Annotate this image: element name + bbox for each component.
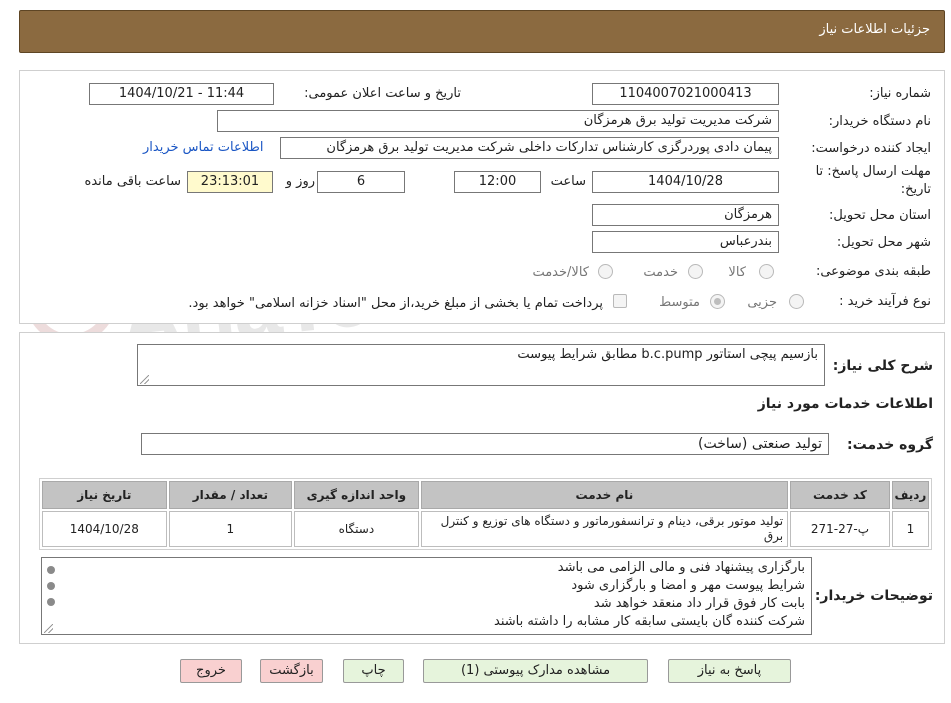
- services-table-header: ردیف کد خدمت نام خدمت واحد اندازه گیری ت…: [42, 481, 929, 509]
- days-field[interactable]: 6: [317, 171, 405, 193]
- deadline-label-date: تاریخ:: [900, 182, 931, 197]
- category-label: طبقه بندی موضوعی:: [815, 264, 931, 279]
- days-label: روز و: [285, 174, 315, 189]
- category-option-goods-service: کالا/خدمت: [532, 265, 589, 280]
- services-section-title: اطلاعات خدمات مورد نیاز: [757, 396, 933, 412]
- page-header: جزئیات اطلاعات نیاز: [19, 10, 945, 53]
- deadline-time-field[interactable]: 12:00: [454, 171, 541, 193]
- cell-code: پ-27-271: [790, 511, 890, 547]
- resize-handle-icon[interactable]: [44, 624, 53, 633]
- respond-button[interactable]: پاسخ به نیاز: [668, 659, 791, 683]
- city-field[interactable]: بندرعباس: [592, 231, 779, 253]
- col-header-name: نام خدمت: [420, 481, 789, 509]
- need-number-label: شماره نیاز:: [869, 86, 931, 101]
- col-header-code: کد خدمت: [790, 481, 890, 509]
- category-radio-service[interactable]: [688, 264, 703, 279]
- cell-name: تولید موتور برقی، دینام و ترانسفورماتور …: [420, 511, 789, 547]
- buyer-notes-label: توضیحات خریدار:: [814, 588, 933, 604]
- col-header-qty: تعداد / مقدار: [168, 481, 293, 509]
- treasury-payment-checkbox[interactable]: [613, 294, 627, 308]
- description-label: شرح کلی نیاز:: [832, 358, 933, 374]
- process-option-minor: جزیی: [747, 295, 777, 310]
- creator-label: ایجاد کننده درخواست:: [811, 141, 931, 156]
- print-button[interactable]: چاپ: [343, 659, 404, 683]
- deadline-date-field[interactable]: 1404/10/28: [592, 171, 779, 193]
- treasury-payment-note: پرداخت تمام یا بخشی از مبلغ خرید،از محل …: [188, 296, 603, 311]
- scroll-down-icon[interactable]: [47, 598, 55, 606]
- category-radio-goods-service[interactable]: [598, 264, 613, 279]
- service-group-label: گروه خدمت:: [847, 437, 933, 453]
- process-radio-minor[interactable]: [789, 294, 804, 309]
- announce-field[interactable]: 1404/10/21 - 11:44: [89, 83, 274, 105]
- buyer-note-line: شرایط پیوست مهر و امضا و بارگزاری شود: [571, 578, 805, 593]
- buyer-note-line: بابت کار فوق قرار داد منعقد خواهد شد: [593, 596, 805, 611]
- buyer-note-line: بارگزاری پیشنهاد فنی و مالی الزامی می با…: [557, 560, 805, 575]
- buyer-note-line: شرکت کننده گان بایستی سابقه کار مشابه را…: [494, 614, 805, 629]
- exit-button[interactable]: خروج: [180, 659, 242, 683]
- remaining-time-field: 23:13:01: [187, 171, 273, 193]
- category-radio-goods[interactable]: [759, 264, 774, 279]
- deadline-label: مهلت ارسال پاسخ: تا: [815, 164, 931, 179]
- scroll-up-icon[interactable]: [47, 566, 55, 574]
- need-number-field[interactable]: 1104007021000413: [592, 83, 779, 105]
- city-label: شهر محل تحویل:: [836, 235, 931, 250]
- buyer-org-field[interactable]: شرکت مدیریت تولید برق هرمزگان: [217, 110, 779, 132]
- table-row: 1 پ-27-271 تولید موتور برقی، دینام و ترا…: [42, 511, 929, 547]
- cell-qty: 1: [168, 511, 293, 547]
- category-option-goods: کالا: [728, 265, 746, 280]
- cell-row: 1: [891, 511, 929, 547]
- category-option-service: خدمت: [643, 265, 678, 280]
- buyer-notes-textarea[interactable]: بارگزاری پیشنهاد فنی و مالی الزامی می با…: [41, 557, 812, 635]
- cell-unit: دستگاه: [294, 511, 419, 547]
- col-header-unit: واحد اندازه گیری: [294, 481, 419, 509]
- process-label: نوع فرآیند خرید :: [839, 294, 931, 309]
- need-info-panel: [19, 70, 945, 324]
- back-button[interactable]: بازگشت: [260, 659, 323, 683]
- services-table: ردیف کد خدمت نام خدمت واحد اندازه گیری ت…: [39, 478, 932, 550]
- description-textarea[interactable]: بازسیم پیچی استاتور b.c.pump مطابق شرایط…: [137, 344, 825, 386]
- view-attachments-button[interactable]: مشاهده مدارک پیوستی (1): [423, 659, 648, 683]
- province-field[interactable]: هرمزگان: [592, 204, 779, 226]
- buyer-org-label: نام دستگاه خریدار:: [828, 114, 931, 129]
- creator-field[interactable]: پیمان دادی پوردرگزی کارشناس تدارکات داخل…: [280, 137, 779, 159]
- scroll-thumb-icon[interactable]: [47, 582, 55, 590]
- resize-handle-icon[interactable]: [140, 375, 149, 384]
- process-option-medium: متوسط: [659, 295, 700, 310]
- announce-label: تاریخ و ساعت اعلان عمومی:: [304, 86, 461, 101]
- col-header-row: ردیف: [891, 481, 929, 509]
- page-title: جزئیات اطلاعات نیاز: [819, 22, 930, 37]
- notes-scrollbar[interactable]: [44, 560, 58, 632]
- cell-date: 1404/10/28: [42, 511, 167, 547]
- deadline-time-label: ساعت: [550, 174, 586, 189]
- service-group-field[interactable]: تولید صنعتی (ساخت): [141, 433, 829, 455]
- buyer-contact-link[interactable]: اطلاعات تماس خریدار: [143, 140, 263, 155]
- process-radio-medium[interactable]: [710, 294, 725, 309]
- province-label: استان محل تحویل:: [829, 208, 931, 223]
- col-header-date: تاریخ نیاز: [42, 481, 167, 509]
- description-text: بازسیم پیچی استاتور b.c.pump مطابق شرایط…: [517, 347, 818, 362]
- remaining-time-label: ساعت باقی مانده: [84, 174, 181, 189]
